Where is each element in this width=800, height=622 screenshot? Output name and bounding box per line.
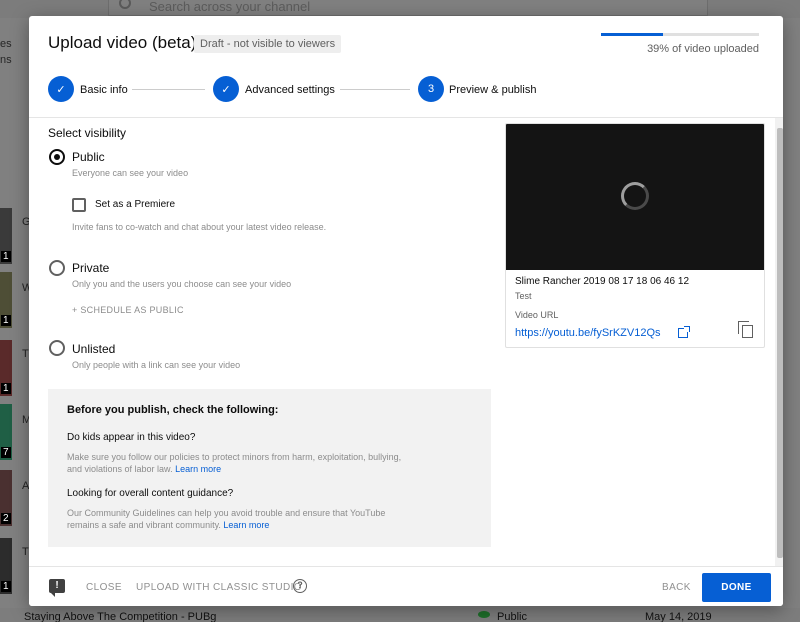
close-button[interactable]: CLOSE xyxy=(86,582,122,593)
done-button[interactable]: DONE xyxy=(702,573,771,602)
video-subtitle: Test xyxy=(515,291,532,301)
search-icon xyxy=(119,0,131,9)
scrollbar-thumb[interactable] xyxy=(777,128,783,558)
unlisted-radio[interactable] xyxy=(49,340,65,356)
stepper: ✓ Basic info ✓ Advanced settings 3 Previ… xyxy=(29,76,783,108)
guidelines-learn-more-link[interactable]: Learn more xyxy=(223,520,269,530)
background-video-row: Staying Above The Competition - PUBg Pub… xyxy=(0,608,800,622)
eye-icon xyxy=(478,611,490,618)
background-row-title: T xyxy=(22,348,29,360)
search-placeholder: Search across your channel xyxy=(149,0,311,14)
premiere-description: Invite fans to co-watch and chat about y… xyxy=(72,222,327,232)
step-advanced-settings-label[interactable]: Advanced settings xyxy=(245,84,335,96)
upload-progress-text: 39% of video uploaded xyxy=(647,43,759,55)
video-url-link[interactable]: https://youtu.be/fySrKZV12Qs xyxy=(515,327,661,339)
help-icon[interactable]: ? xyxy=(293,579,307,593)
background-video-visibility: Public xyxy=(497,611,527,622)
video-preview-card: Slime Rancher 2019 08 17 18 06 46 12 Tes… xyxy=(505,123,765,348)
public-label[interactable]: Public xyxy=(72,150,105,164)
kids-learn-more-link[interactable]: Learn more xyxy=(175,464,221,474)
dialog-footer: ! CLOSE UPLOAD WITH CLASSIC STUDIO ? BAC… xyxy=(29,566,783,606)
feedback-icon[interactable]: ! xyxy=(49,579,65,597)
background-row-title: T xyxy=(22,546,29,558)
video-url-label: Video URL xyxy=(515,310,559,320)
step-basic-info-label[interactable]: Basic info xyxy=(80,84,128,96)
checklist-guidance-text: Our Community Guidelines can help you av… xyxy=(67,508,386,530)
public-radio[interactable] xyxy=(49,149,65,165)
background-label: ns xyxy=(0,54,12,66)
step-connector xyxy=(132,89,205,90)
background-video-title: Staying Above The Competition - PUBg xyxy=(24,611,217,622)
video-player[interactable] xyxy=(506,124,764,270)
background-thumbnail: 1 xyxy=(0,208,12,264)
background-thumbnail: 1 xyxy=(0,272,12,328)
checklist-kids-question: Do kids appear in this video? xyxy=(67,432,196,443)
upload-progress-fill xyxy=(601,33,663,36)
background-video-date: May 14, 2019 xyxy=(645,611,712,622)
private-description: Only you and the users you choose can se… xyxy=(72,279,292,289)
back-button[interactable]: BACK xyxy=(662,582,691,593)
publish-checklist: Before you publish, check the following:… xyxy=(48,389,491,547)
unlisted-description: Only people with a link can see your vid… xyxy=(72,360,241,370)
premiere-checkbox[interactable] xyxy=(72,198,86,212)
visibility-title: Select visibility xyxy=(48,126,127,140)
step-connector xyxy=(340,89,410,90)
schedule-as-public-button[interactable]: + SCHEDULE AS PUBLIC xyxy=(72,305,184,315)
background-thumbnail: 1 xyxy=(0,340,12,396)
loading-spinner-icon xyxy=(621,182,649,210)
background-label: es xyxy=(0,38,12,50)
checklist-heading: Before you publish, check the following: xyxy=(67,404,279,416)
step-preview-publish-number[interactable]: 3 xyxy=(418,76,444,102)
checklist-guidance-question: Looking for overall content guidance? xyxy=(67,488,234,499)
step-advanced-settings-check-icon[interactable]: ✓ xyxy=(213,76,239,102)
draft-badge: Draft - not visible to viewers xyxy=(194,35,342,53)
premiere-label[interactable]: Set as a Premiere xyxy=(95,199,175,210)
video-title: Slime Rancher 2019 08 17 18 06 46 12 xyxy=(515,276,690,287)
dialog-title: Upload video (beta) xyxy=(48,33,197,52)
step-basic-info-check-icon[interactable]: ✓ xyxy=(48,76,74,102)
upload-progress-bar xyxy=(601,33,759,36)
public-description: Everyone can see your video xyxy=(72,168,189,178)
private-label[interactable]: Private xyxy=(72,261,109,275)
unlisted-label[interactable]: Unlisted xyxy=(72,342,115,356)
background-thumbnail: 2 xyxy=(0,470,12,526)
background-thumbnail: 7 xyxy=(0,404,12,460)
upload-dialog: Upload video (beta) Draft - not visible … xyxy=(29,16,783,606)
background-search-bar: Search across your channel xyxy=(108,0,708,16)
upload-classic-studio-button[interactable]: UPLOAD WITH CLASSIC STUDIO xyxy=(136,582,302,593)
checklist-kids-text: Make sure you follow our policies to pro… xyxy=(67,452,402,474)
external-link-icon[interactable] xyxy=(678,326,690,338)
private-radio[interactable] xyxy=(49,260,65,276)
header-divider xyxy=(29,117,783,118)
background-thumbnail: 1 xyxy=(0,538,12,594)
copy-icon[interactable] xyxy=(738,321,754,339)
step-preview-publish-label[interactable]: Preview & publish xyxy=(449,84,536,96)
